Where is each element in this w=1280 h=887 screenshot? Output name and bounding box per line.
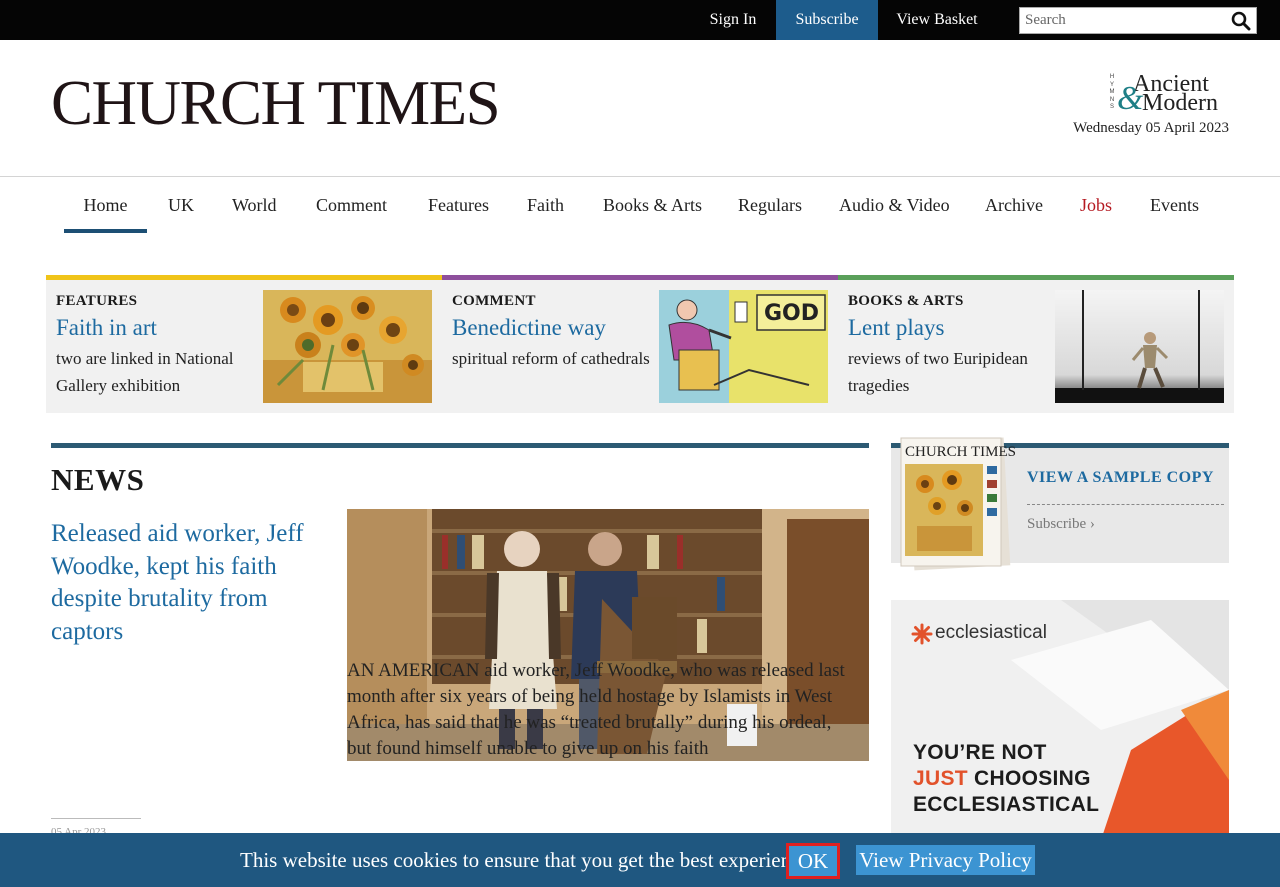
sign-in-link[interactable]: Sign In [700, 0, 766, 40]
news-section-title[interactable]: NEWS [51, 462, 144, 498]
church-times-logo[interactable]: CHURCH TIMES [51, 72, 501, 135]
card-dek: reviews of two Euripidean tragedies [848, 349, 1028, 395]
nav-item-archive[interactable]: Archive [985, 195, 1043, 216]
card-category: FEATURES [56, 293, 138, 309]
nav-item-home[interactable]: Home [64, 195, 147, 233]
partner-logo-ampersand: & [1117, 80, 1144, 117]
view-privacy-policy-button[interactable]: View Privacy Policy [856, 845, 1035, 875]
card-category: COMMENT [452, 293, 536, 309]
partner-logo-small-text: HYMNS [1109, 74, 1115, 110]
subscribe-link[interactable]: Subscribe [776, 0, 878, 40]
nav-item-comment[interactable]: Comment [316, 195, 387, 216]
sunflowers-painting-image[interactable] [263, 290, 432, 403]
subscribe-label: Subscribe [1027, 516, 1087, 532]
magazine-logo: CHURCH TIMES [905, 444, 1016, 460]
cookie-message: This website uses cookies to ensure that… [240, 848, 810, 872]
nav-item-world[interactable]: World [232, 195, 277, 216]
advert-line-1: YOU’RE NOT [913, 741, 1047, 764]
standfirst-image-wrap [51, 658, 347, 760]
feature-card-books-arts[interactable]: BOOKS & ARTS Lent plays reviews of two E… [838, 275, 1234, 413]
chevron-right-icon: › [1089, 516, 1095, 532]
nav-item-audio-video[interactable]: Audio & Video [839, 195, 950, 216]
card-headline[interactable]: Benedictine way [452, 315, 606, 341]
category-bar-features [46, 275, 442, 280]
feature-card-features[interactable]: FEATURES Faith in art two are linked in … [46, 275, 442, 413]
nav-item-uk[interactable]: UK [168, 195, 194, 216]
standfirst-text: AN AMERICAN aid worker, Jeff Woodke, who… [347, 660, 845, 759]
top-bar: Sign In Subscribe View Basket [0, 0, 1280, 40]
magazine-cover-image[interactable]: CHURCH TIMES [897, 436, 1016, 571]
advert-accent-word: JUST [913, 767, 968, 790]
partner-logo-bottom: Modern [1142, 90, 1218, 116]
advert-line-3: ECCLESIASTICAL [913, 793, 1100, 816]
nav-item-regulars[interactable]: Regulars [738, 195, 802, 216]
ecclesiastical-advert[interactable]: ecclesiastical YOU’RE NOT JUST CHOOSING … [891, 600, 1229, 840]
current-date: Wednesday 05 April 2023 [1073, 120, 1229, 136]
god-cartoon-image[interactable]: GOD [659, 290, 828, 403]
nav-divider [0, 176, 1280, 177]
search-box [1019, 7, 1257, 34]
news-section-rule [51, 443, 869, 448]
nav-item-events[interactable]: Events [1150, 195, 1199, 216]
view-sample-copy-link[interactable]: VIEW A SAMPLE COPY [1027, 469, 1214, 487]
nav-item-features[interactable]: Features [428, 195, 489, 216]
featured-strip: FEATURES Faith in art two are linked in … [46, 275, 1234, 413]
date-rule [51, 818, 141, 819]
nav-item-books-arts[interactable]: Books & Arts [603, 195, 702, 216]
card-headline[interactable]: Faith in art [56, 315, 157, 341]
cookie-ok-button[interactable]: OK [786, 843, 840, 879]
search-input[interactable] [1020, 8, 1225, 33]
view-basket-link[interactable]: View Basket [888, 0, 986, 40]
category-bar-books-arts [838, 275, 1234, 280]
category-bar-comment [442, 275, 838, 280]
cookie-banner: This website uses cookies to ensure that… [0, 833, 1280, 887]
lead-headline[interactable]: Released aid worker, Jeff Woodke, kept h… [51, 518, 341, 648]
feature-card-comment[interactable]: COMMENT Benedictine way spiritual reform… [442, 275, 838, 413]
lead-standfirst: AN AMERICAN aid worker, Jeff Woodke, who… [51, 658, 851, 762]
card-dek: spiritual reform of cathedrals [452, 349, 650, 368]
advert-brand: ecclesiastical [935, 622, 1047, 643]
sample-copy-panel: CHURCH TIMES VIEW A SAMPLE COPY Subscrib… [891, 437, 1229, 571]
nav-item-jobs[interactable]: Jobs [1080, 195, 1112, 216]
card-headline[interactable]: Lent plays [848, 315, 944, 341]
sidebar-subscribe-link[interactable]: Subscribe › [1027, 516, 1095, 533]
card-category: BOOKS & ARTS [848, 293, 964, 309]
advert-line-2-rest: CHOOSING [967, 767, 1091, 790]
stage-performer-image[interactable] [1055, 290, 1224, 403]
ancient-and-modern-logo[interactable]: HYMNS Ancient & Modern [1108, 72, 1230, 117]
ecclesiastical-logo-icon [911, 623, 933, 645]
sample-divider [1027, 504, 1224, 505]
advert-line-2: JUST CHOOSING [913, 767, 1091, 791]
nav-item-faith[interactable]: Faith [527, 195, 564, 216]
card-dek: two are linked in National Gallery exhib… [56, 349, 234, 395]
search-icon[interactable] [1231, 11, 1251, 31]
svg-text:GOD: GOD [764, 301, 819, 326]
